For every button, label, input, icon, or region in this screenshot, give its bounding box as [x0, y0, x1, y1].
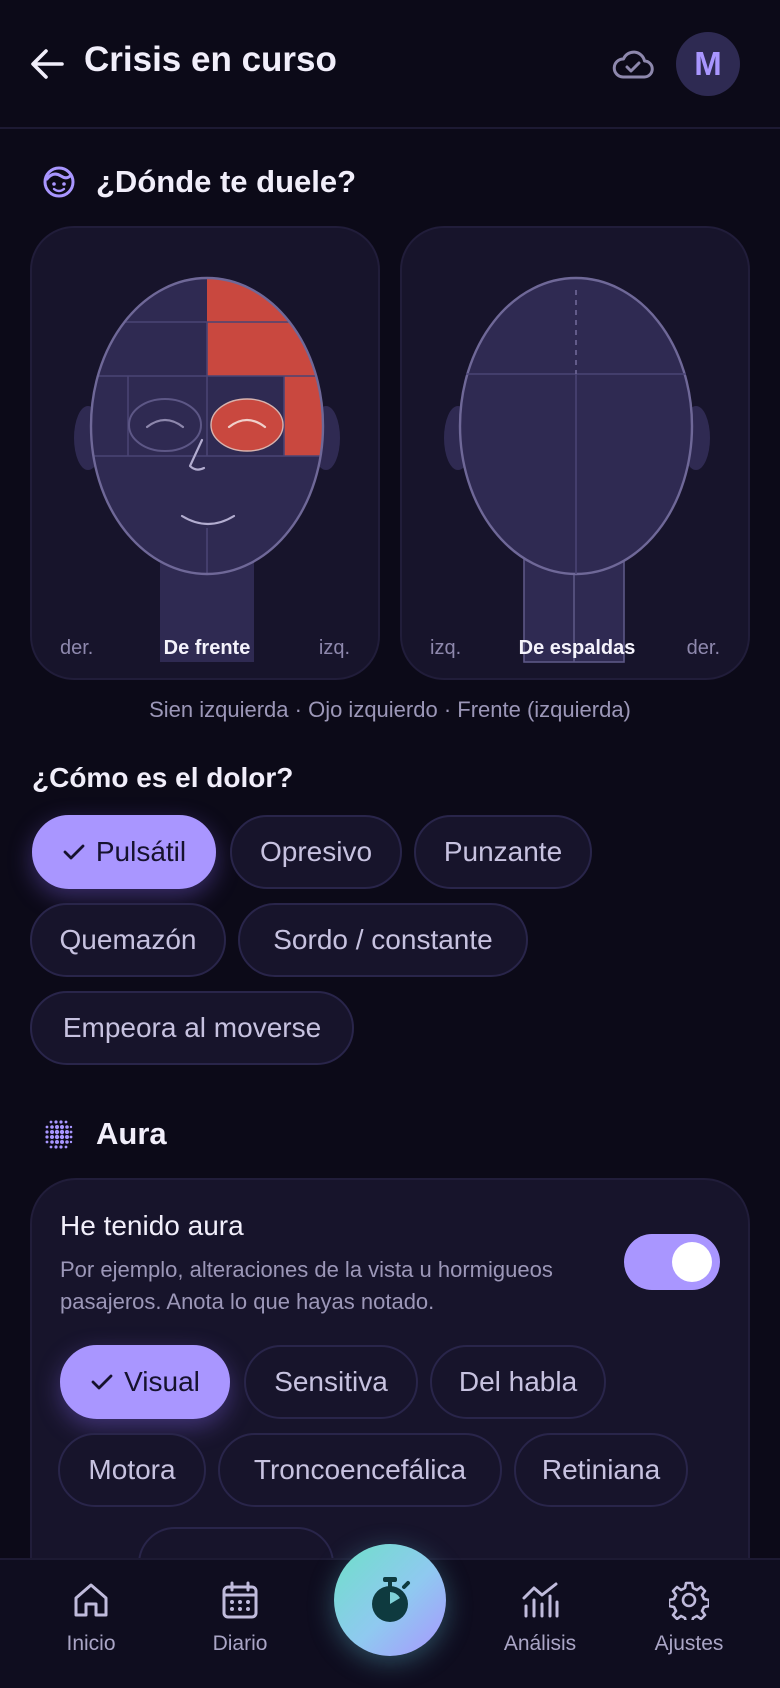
chip-label: Troncoencefálica — [253, 1454, 467, 1485]
pain-chip-sordo[interactable]: Sordo / constante — [238, 903, 528, 977]
nav-item-diario[interactable]: Diario — [180, 1580, 300, 1656]
nav-label: Ajustes — [654, 1632, 724, 1655]
arrow-left-icon — [31, 49, 64, 79]
aura-dots-icon — [45, 1120, 73, 1149]
aura-chip-sensitiva[interactable]: Sensitiva — [244, 1345, 418, 1419]
toggle-knob — [672, 1242, 712, 1282]
zone-eye-left[interactable] — [210, 398, 284, 452]
nav-item-analisis[interactable]: Análisis — [480, 1580, 600, 1656]
back-button[interactable] — [28, 44, 68, 84]
crisis-timer-button[interactable] — [334, 1544, 446, 1656]
chip-label: Sensitiva — [274, 1366, 388, 1397]
head-back-card[interactable]: izq. De espaldas der. — [400, 226, 750, 680]
sync-button[interactable] — [610, 46, 656, 82]
page-title: Crisis en curso — [84, 40, 337, 79]
pain-chip-opresivo[interactable]: Opresivo — [230, 815, 402, 889]
pain-chip-quemazon[interactable]: Quemazón — [30, 903, 226, 977]
cloud-check-icon — [612, 50, 654, 79]
aura-chip-motora[interactable]: Motora — [58, 1433, 206, 1507]
aura-section-heading: Aura — [42, 1116, 167, 1152]
front-side-label-left: izq. — [318, 637, 350, 659]
zone-forehead-left[interactable] — [207, 278, 327, 376]
calendar-icon — [222, 1581, 258, 1619]
aura-chip-troncoencefalica[interactable]: Troncoencefálica — [218, 1433, 502, 1507]
aura-chip-retiniana[interactable]: Retiniana — [514, 1433, 688, 1507]
pain-chip-punzante[interactable]: Punzante — [414, 815, 592, 889]
chip-label: Retiniana — [541, 1454, 661, 1485]
chart-icon — [522, 1582, 559, 1618]
location-heading: ¿Dónde te duele? — [96, 164, 357, 199]
chip-label: Del habla — [458, 1366, 578, 1397]
check-icon — [63, 844, 85, 860]
aura-chip-habla[interactable]: Del habla — [430, 1345, 606, 1419]
home-icon — [74, 1583, 108, 1617]
stopwatch-icon — [372, 1577, 410, 1622]
aura-toggle[interactable] — [624, 1234, 720, 1290]
nav-label: Diario — [212, 1632, 268, 1655]
chip-label: Quemazón — [59, 924, 197, 955]
gear-icon — [669, 1581, 709, 1620]
avatar[interactable]: M — [676, 32, 740, 96]
chip-label: Pulsátil — [95, 836, 187, 867]
nav-item-ajustes[interactable]: Ajustes — [629, 1580, 749, 1656]
chip-label: Visual — [124, 1366, 200, 1397]
head-front-diagram — [74, 276, 340, 662]
nav-item-inicio[interactable]: Inicio — [31, 1580, 151, 1656]
aura-chip-visual[interactable]: Visual — [60, 1345, 230, 1419]
check-icon — [91, 1374, 113, 1390]
face-icon — [43, 166, 75, 198]
nav-label: Inicio — [66, 1632, 116, 1655]
nav-label: Análisis — [503, 1632, 577, 1655]
chip-label: Empeora al moverse — [62, 1012, 322, 1043]
pain-chip-pulsatil[interactable]: Pulsátil — [32, 815, 216, 889]
head-front-card[interactable]: der. De frente izq. — [30, 226, 380, 680]
chip-label: Opresivo — [259, 836, 373, 867]
location-section-heading: ¿Dónde te duele? — [42, 164, 356, 200]
chip-label: Punzante — [443, 836, 563, 867]
aura-heading: Aura — [96, 1116, 167, 1151]
aura-toggle-title: He tenido aura — [60, 1210, 244, 1241]
pain-type-heading: ¿Cómo es el dolor? — [32, 762, 294, 793]
aura-toggle-description: Por ejemplo, alteraciones de la vista u … — [60, 1257, 553, 1314]
back-side-label-right: der. — [686, 637, 720, 659]
pain-chip-empeora[interactable]: Empeora al moverse — [30, 991, 354, 1065]
chip-label: Sordo / constante — [273, 924, 493, 955]
selected-zones-summary: Sien izquierda · Ojo izquierdo · Frente … — [149, 697, 631, 722]
app-header: Crisis en curso M — [0, 0, 780, 129]
head-back-diagram — [444, 276, 710, 663]
chip-label: Motora — [88, 1454, 176, 1485]
